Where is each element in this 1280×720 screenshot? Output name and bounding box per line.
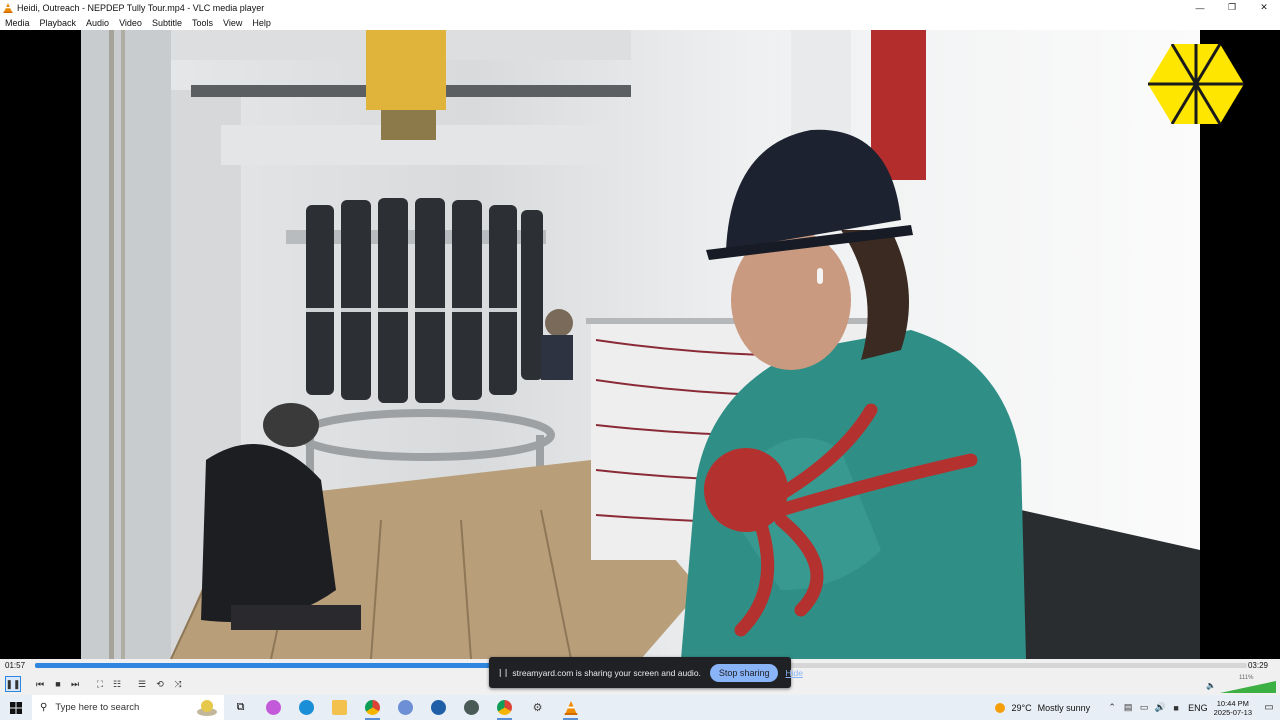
notification-icon[interactable]: ▭ xyxy=(1258,702,1280,713)
close-button[interactable]: ✕ xyxy=(1248,0,1280,15)
windows-logo-icon xyxy=(10,701,22,714)
channel-logo-icon xyxy=(1148,44,1244,124)
volume-control[interactable]: 🔈 111% xyxy=(1206,675,1276,693)
restore-button[interactable]: ❐ xyxy=(1216,0,1248,15)
loop-button[interactable]: ⟲ xyxy=(152,676,168,692)
chevron-up-icon[interactable]: ⌃ xyxy=(1104,702,1120,713)
speaker-icon: 🔈 xyxy=(1206,681,1216,690)
stop-icon: ■ xyxy=(55,679,61,689)
extended-settings-button[interactable]: ☷ xyxy=(109,676,125,692)
chrome-icon xyxy=(365,700,380,715)
weather-temperature[interactable]: 29°C xyxy=(1011,703,1031,713)
taskbar-copilot[interactable] xyxy=(257,695,290,720)
task-view-icon: ⧉ xyxy=(236,701,245,713)
app-icon xyxy=(431,700,446,715)
taskbar-edge[interactable] xyxy=(290,695,323,720)
copilot-icon xyxy=(266,700,281,715)
minimize-button[interactable]: — xyxy=(1184,0,1216,15)
shuffle-button[interactable]: ⤨ xyxy=(170,676,186,692)
search-icon: ⚲ xyxy=(40,702,48,713)
gear-icon: ⚙ xyxy=(532,702,543,714)
menu-bar: Media Playback Audio Video Subtitle Tool… xyxy=(0,15,1280,30)
play-pause-button[interactable]: ❚❚ xyxy=(5,676,21,692)
edge-icon xyxy=(299,700,314,715)
vlc-cone-icon xyxy=(564,700,577,715)
task-view-button[interactable]: ⧉ xyxy=(224,695,257,720)
vlc-cone-icon xyxy=(3,2,13,13)
clock-date: 2025-07-13 xyxy=(1213,707,1252,717)
menu-playback[interactable]: Playback xyxy=(40,18,77,28)
playlist-button[interactable]: ☰ xyxy=(134,676,150,692)
battery-icon[interactable]: ▭ xyxy=(1136,702,1152,713)
extended-settings-icon: ☷ xyxy=(112,678,122,689)
system-tray: 29°C Mostly sunny ⌃ ▤ ▭ 🔊 ■ ENG 10:44 PM… xyxy=(993,695,1280,720)
chrome-icon xyxy=(497,700,512,715)
taskbar-chrome[interactable] xyxy=(356,695,389,720)
app-icon xyxy=(464,700,479,715)
menu-audio[interactable]: Audio xyxy=(86,18,109,28)
next-icon: ⏭ xyxy=(70,678,80,689)
taskbar-file-explorer[interactable] xyxy=(323,695,356,720)
play-pause-icon: ❚❚ xyxy=(5,678,21,689)
start-button[interactable] xyxy=(0,695,32,720)
pause-icon: ❙❙ xyxy=(497,668,509,677)
search-placeholder: Type here to search xyxy=(55,702,140,713)
input-language[interactable]: ENG xyxy=(1188,703,1208,713)
playlist-icon: ☰ xyxy=(137,678,147,689)
shuffle-icon: ⤨ xyxy=(174,678,182,689)
taskbar-chrome-2[interactable] xyxy=(488,695,521,720)
stop-sharing-button[interactable]: Stop sharing xyxy=(709,663,779,682)
taskbar-app-circle[interactable] xyxy=(422,695,455,720)
clock-time: 10:44 PM xyxy=(1216,698,1249,708)
previous-icon: ⏮ xyxy=(35,678,45,689)
fullscreen-button[interactable]: ⛶ xyxy=(92,676,108,692)
stop-button[interactable]: ■ xyxy=(50,676,66,692)
network-icon[interactable]: ▤ xyxy=(1120,702,1136,713)
taskbar-app-dark[interactable] xyxy=(455,695,488,720)
app-icon xyxy=(398,700,413,715)
taskbar-app-blue[interactable] xyxy=(389,695,422,720)
window-title-bar: Heidi, Outreach - NEPDEP Tully Tour.mp4 … xyxy=(0,0,1280,15)
system-clock[interactable]: 10:44 PM 2025-07-13 xyxy=(1214,699,1252,717)
menu-subtitle[interactable]: Subtitle xyxy=(152,18,182,28)
menu-media[interactable]: Media xyxy=(5,18,30,28)
menu-video[interactable]: Video xyxy=(119,18,142,28)
video-display[interactable] xyxy=(0,30,1280,659)
elapsed-time: 01:57 xyxy=(5,661,26,670)
video-scene xyxy=(81,30,1200,659)
window-controls: — ❐ ✕ xyxy=(1184,0,1280,15)
total-time: 03:29 xyxy=(1247,661,1268,670)
video-frame xyxy=(81,30,1200,659)
taskbar-settings[interactable]: ⚙ xyxy=(521,695,554,720)
weather-condition[interactable]: Mostly sunny xyxy=(1038,703,1091,713)
taskbar-vlc[interactable] xyxy=(554,695,587,720)
windows-taskbar: ⚲ Type here to search ⧉ ⚙ 29°C Mostly su… xyxy=(0,695,1280,720)
search-highlight-icon xyxy=(197,700,217,716)
hide-banner-link[interactable]: Hide xyxy=(785,668,802,678)
menu-help[interactable]: Help xyxy=(252,18,271,28)
sun-icon xyxy=(995,702,1006,713)
next-button[interactable]: ⏭ xyxy=(67,676,83,692)
fullscreen-icon: ⛶ xyxy=(96,678,104,689)
folder-icon xyxy=(332,700,347,715)
loop-icon: ⟲ xyxy=(156,678,164,689)
share-message: streamyard.com is sharing your screen an… xyxy=(512,667,701,678)
screen-share-banner: ❙❙ streamyard.com is sharing your screen… xyxy=(489,657,803,688)
menu-view[interactable]: View xyxy=(223,18,242,28)
volume-slider[interactable] xyxy=(1220,681,1276,693)
window-title: Heidi, Outreach - NEPDEP Tully Tour.mp4 … xyxy=(17,2,265,13)
menu-tools[interactable]: Tools xyxy=(192,18,213,28)
previous-button[interactable]: ⏮ xyxy=(32,676,48,692)
taskbar-search[interactable]: ⚲ Type here to search xyxy=(32,695,224,720)
volume-tray-icon[interactable]: 🔊 xyxy=(1152,702,1168,713)
display-icon[interactable]: ■ xyxy=(1168,703,1184,713)
